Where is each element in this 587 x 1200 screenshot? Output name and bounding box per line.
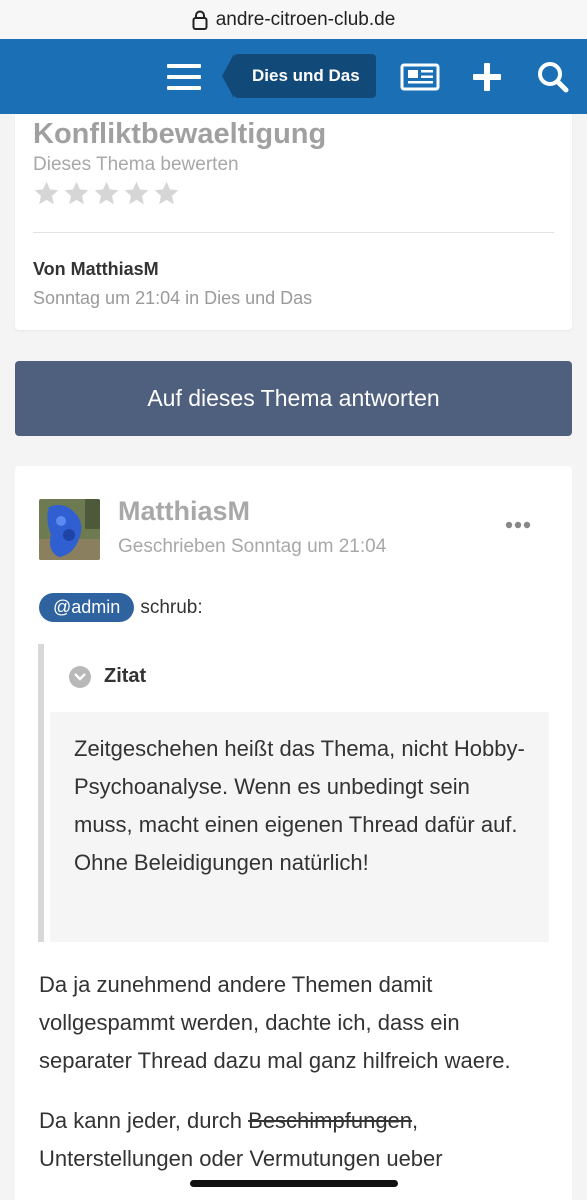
plus-icon[interactable] [467,57,507,97]
topic-date: Sonntag um 21:04 in Dies und Das [33,288,313,308]
post-author[interactable]: MatthiasM [118,496,250,527]
strikethrough-text: Beschimpfungen [248,1108,413,1133]
rating-stars[interactable] [33,180,180,207]
topic-header-card: Konfliktbewaeltigung Dieses Thema bewert… [15,114,572,330]
post-paragraph: Da kann jeder, durch Beschimpfungen, Unt… [39,1102,549,1178]
quote-block: Zitat Zeitgeschehen heißt das Thema, nic… [38,644,549,942]
topic-title: Konfliktbewaeltigung [33,118,327,150]
star-icon[interactable] [33,180,60,207]
avatar[interactable] [39,499,100,560]
star-icon[interactable] [63,180,90,207]
mention-suffix: schrub: [140,596,203,618]
star-icon[interactable] [123,180,150,207]
quote-text: Zeitgeschehen heißt das Thema, nicht Hob… [50,712,549,942]
menu-icon[interactable] [164,57,204,97]
divider [33,232,554,233]
breadcrumb-label: Dies und Das [252,66,360,85]
search-icon[interactable] [533,57,573,97]
mention-line: @admin schrub: [39,593,203,622]
more-options-icon[interactable] [505,518,531,532]
address-bar[interactable]: andre-citroen-club.de [0,0,587,39]
quote-header[interactable]: Zitat [69,665,146,688]
site-header: Dies und Das [0,39,587,114]
quote-label: Zitat [104,665,147,687]
chevron-down-icon [69,665,91,688]
reply-button[interactable]: Auf dieses Thema antworten [15,361,572,436]
topic-author[interactable]: Von MatthiasM [33,259,159,280]
star-icon[interactable] [93,180,120,207]
breadcrumb-button[interactable]: Dies und Das [222,54,376,98]
post-body: Da ja zunehmend andere Themen damit voll… [39,966,549,1200]
post-date: Geschrieben Sonntag um 21:04 [118,536,387,557]
reply-button-label: Auf dieses Thema antworten [147,385,440,411]
home-indicator [190,1180,398,1187]
star-icon[interactable] [153,180,180,207]
rate-topic-label: Dieses Thema bewerten [33,154,239,175]
newspaper-icon[interactable] [400,57,440,97]
post-card: MatthiasM Geschrieben Sonntag um 21:04 @… [15,466,572,1200]
paragraph-text: Da kann jeder, durch [39,1108,249,1133]
lock-icon [192,10,208,30]
mention-badge[interactable]: @admin [39,593,135,622]
post-paragraph: Da ja zunehmend andere Themen damit voll… [39,972,511,1073]
url-text: andre-citroen-club.de [215,8,396,30]
